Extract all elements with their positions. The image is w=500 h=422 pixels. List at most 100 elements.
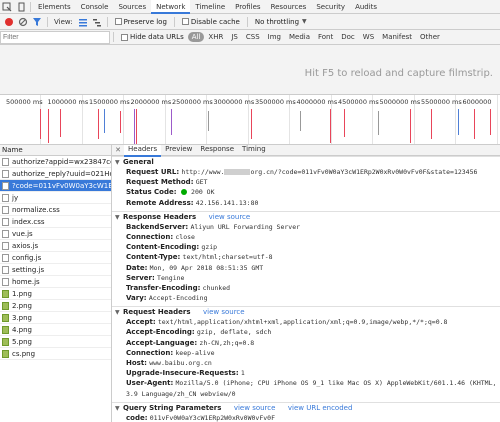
device-mode-button[interactable] [14,0,28,14]
general-section-header[interactable]: ▼ General [112,156,500,167]
overview-toggle-button[interactable] [90,15,104,29]
query-string-section-header[interactable]: ▼ Query String Parameters view source vie… [112,401,500,413]
header-row: Date: Mon, 09 Apr 2018 08:51:35 GMT [112,263,500,273]
request-row[interactable]: ?code=011vFv0W0aY3cW1ERp2... [0,180,111,192]
timeline-overview[interactable]: 500000 ms 1000000 ms 1500000 ms 2000000 ms 2… [0,95,500,145]
image-icon [2,349,9,358]
tab-sources[interactable]: Sources [113,0,151,14]
checkbox-box[interactable] [181,18,189,25]
request-view-source-link[interactable]: view source [203,308,245,316]
header-value: Tengine [157,273,185,282]
throttling-select[interactable]: No throttling ▼ [255,18,307,26]
tab-timeline[interactable]: Timeline [190,0,230,14]
header-value: text/html,application/xhtml+xml,applicat… [157,318,448,327]
doc-icon [2,217,9,226]
overview-tick-label: 4500000 ms [338,98,379,106]
filter-toggle-button[interactable] [30,15,44,29]
request-row[interactable]: index.css [0,216,111,228]
filter-type-other[interactable]: Other [416,32,444,42]
request-row[interactable]: config.js [0,252,111,264]
request-headers-section-header[interactable]: ▼ Request Headers view source [112,306,500,317]
tab-console[interactable]: Console [76,0,114,14]
request-row[interactable]: normalize.css [0,204,111,216]
detail-tab-response[interactable]: Response [196,145,238,157]
divider [113,32,114,42]
status-code-row: Status Code: 200 OK [112,187,500,197]
preserve-log-checkbox[interactable]: Preserve log [114,18,167,26]
header-name: Date: [126,263,148,272]
request-row[interactable]: cs.png [0,348,111,360]
tab-security[interactable]: Security [311,0,350,14]
query-string-title: Query String Parameters [123,403,222,412]
divider [173,16,175,27]
filter-type-xhr[interactable]: XHR [204,32,227,42]
request-row[interactable]: authorize_reply?uuid=021Hond... [0,168,111,180]
filter-type-js[interactable]: JS [227,32,242,42]
overview-request-bar [208,111,209,131]
header-value: keep-alive [175,348,215,357]
filter-type-css[interactable]: CSS [242,32,264,42]
response-headers-section-header[interactable]: ▼ Response Headers view source [112,210,500,222]
divider [47,16,48,27]
record-button[interactable] [2,15,16,29]
request-name: home.js [12,277,40,286]
query-view-source-link[interactable]: view source [234,404,276,412]
request-method-row: Request Method: GET [112,177,500,187]
header-row: Vary: Accept-Encoding [112,293,500,303]
header-row: Accept-Encoding: gzip, deflate, sdch [112,327,500,337]
filter-type-img[interactable]: Img [264,32,285,42]
request-name: index.css [12,217,45,226]
remote-address-row: Remote Address: 42.156.141.13:80 [112,198,500,208]
filter-type-manifest[interactable]: Manifest [378,32,416,42]
request-row[interactable]: 4.png [0,324,111,336]
request-row[interactable]: 5.png [0,336,111,348]
request-row[interactable]: vue.js [0,228,111,240]
image-icon [2,289,9,298]
request-row[interactable]: jy [0,192,111,204]
doc-icon [2,205,9,214]
overview-request-bar [490,109,491,135]
tab-resources[interactable]: Resources [266,0,312,14]
request-row[interactable]: 1.png [0,288,111,300]
request-row[interactable]: axios.js [0,240,111,252]
query-view-url-encoded-link[interactable]: view URL encoded [288,404,353,412]
request-row[interactable]: home.js [0,276,111,288]
tab-elements[interactable]: Elements [33,0,76,14]
request-name: 4.png [12,325,33,334]
filter-type-doc[interactable]: Doc [337,32,359,42]
filter-type-media[interactable]: Media [285,32,314,42]
close-icon[interactable]: ✕ [112,146,124,154]
remote-address-value: 42.156.141.13:80 [195,198,259,207]
request-row[interactable]: authorize?appid=wx23847ce48... [0,156,111,168]
tab-profiles[interactable]: Profiles [230,0,265,14]
large-rows-button[interactable] [76,15,90,29]
request-name: ?code=011vFv0W0aY3cW1ERp2... [12,181,111,190]
filter-input[interactable] [0,30,110,44]
tab-audits[interactable]: Audits [350,0,382,14]
clear-button[interactable] [16,15,30,29]
request-row[interactable]: setting.js [0,264,111,276]
name-column-header[interactable]: Name [0,145,111,156]
request-row[interactable]: 2.png [0,300,111,312]
filter-type-font[interactable]: Font [314,32,337,42]
disable-cache-checkbox[interactable]: Disable cache [181,18,240,26]
header-value: close [175,232,195,241]
inspect-element-button[interactable] [0,0,14,14]
detail-tab-preview[interactable]: Preview [161,145,196,157]
resource-type-filters: All XHR JS CSS Img Media Font Doc WS Manifest Othe… [187,32,444,42]
filter-type-ws[interactable]: WS [359,32,378,42]
detail-tab-timing[interactable]: Timing [238,145,270,157]
request-row[interactable]: 3.png [0,312,111,324]
tab-network[interactable]: Network [151,0,191,14]
response-view-source-link[interactable]: view source [209,213,251,221]
header-name: Accept: [126,318,156,327]
checkbox-box[interactable] [114,18,122,25]
hide-data-urls-checkbox[interactable]: Hide data URLs [121,33,184,41]
request-name: authorize?appid=wx23847ce48... [12,157,111,166]
filter-type-all[interactable]: All [187,32,205,42]
detail-tab-headers[interactable]: Headers [124,145,162,157]
image-icon [2,325,9,334]
overview-request-bar [134,109,135,144]
checkbox-box[interactable] [121,33,128,41]
header-value: chunked [202,283,231,292]
